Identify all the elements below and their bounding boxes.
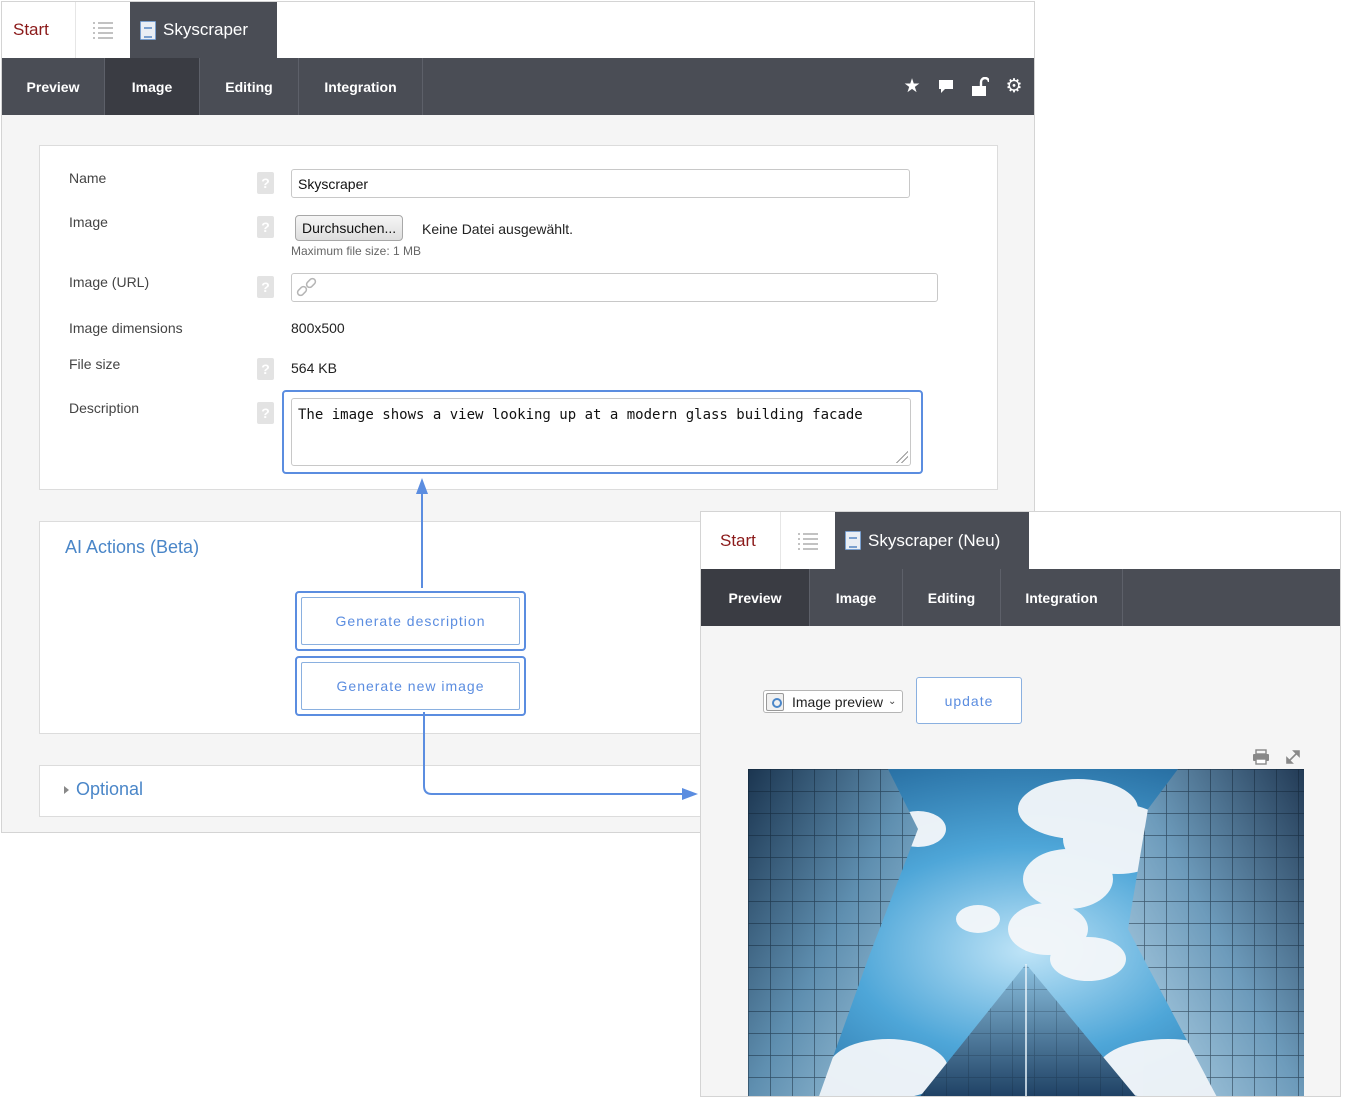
name-input-value: Skyscraper — [298, 175, 369, 192]
gear-icon[interactable]: ⚙ — [1004, 76, 1024, 97]
name-label: Name — [69, 170, 107, 186]
caret-right-icon — [64, 786, 69, 794]
generate-description-button[interactable]: Generate description — [301, 597, 520, 645]
skyscraper-image — [748, 769, 1304, 1096]
max-size-hint: Maximum file size: 1 MB — [291, 244, 422, 258]
tab-start-label: Start — [13, 20, 49, 39]
description-value: The image shows a view looking up at a m… — [298, 407, 863, 423]
unlock-icon[interactable] — [970, 76, 990, 97]
tab-bar: Start Skyscraper — [2, 2, 1034, 58]
tab-skyscraper[interactable]: Skyscraper — [130, 2, 277, 58]
description-label: Description — [69, 400, 140, 416]
help-icon[interactable]: ? — [257, 172, 274, 194]
tab-start[interactable]: Start — [2, 2, 75, 58]
nav-image-label: Image — [131, 78, 173, 95]
description-textarea[interactable]: The image shows a view looking up at a m… — [291, 398, 911, 466]
print-icon[interactable] — [1252, 748, 1270, 766]
image-label: Image — [69, 214, 108, 230]
generate-image-button[interactable]: Generate new image — [301, 662, 520, 710]
document-icon — [140, 20, 156, 40]
file-size-label: File size — [69, 356, 121, 372]
nav-integration-label: Integration — [324, 78, 397, 95]
ai-actions-title: AI Actions (Beta) — [65, 537, 200, 557]
nav-integration-label: Integration — [1025, 589, 1098, 606]
tab-start-label: Start — [720, 530, 756, 550]
nav-image-label: Image — [835, 589, 877, 606]
image-preview-icon — [766, 692, 784, 711]
list-icon — [797, 532, 818, 550]
preview-tab-bar: Start Skyscraper (Neu) — [701, 512, 1340, 569]
nav-actions: ★ ⚙ — [902, 58, 1024, 115]
nav-integration[interactable]: Integration — [1001, 569, 1123, 626]
nav-preview-label: Preview — [728, 589, 782, 606]
star-icon[interactable]: ★ — [902, 76, 922, 97]
nav-image[interactable]: Image — [810, 569, 903, 626]
tab-skyscraper-new-label: Skyscraper (Neu) — [868, 530, 1001, 550]
document-icon — [845, 531, 861, 550]
tab-skyscraper-new[interactable]: Skyscraper (Neu) — [835, 512, 1029, 569]
help-icon[interactable]: ? — [257, 276, 274, 298]
preview-window: Start Skyscraper (Neu) Preview Image Edi… — [700, 511, 1341, 1097]
optional-label: Optional — [76, 779, 144, 799]
nav-preview[interactable]: Preview — [701, 569, 810, 626]
file-size-value: 564 KB — [291, 360, 337, 376]
nav-preview[interactable]: Preview — [2, 58, 105, 115]
tab-skyscraper-label: Skyscraper — [163, 20, 249, 39]
nav-editing-label: Editing — [927, 589, 976, 606]
update-button[interactable]: update — [916, 677, 1022, 724]
preview-nav: Preview Image Editing Integration — [701, 569, 1340, 626]
dimensions-value: 800x500 — [291, 320, 345, 336]
image-url-label: Image (URL) — [69, 274, 150, 290]
expand-icon[interactable] — [1284, 748, 1302, 766]
tab-list-view[interactable] — [780, 512, 834, 569]
nav-integration[interactable]: Integration — [299, 58, 423, 115]
nav-preview-label: Preview — [26, 78, 80, 95]
preview-mode-select[interactable]: Image preview ⌄ — [763, 690, 903, 713]
editor-nav: Preview Image Editing Integration ★ ⚙ — [2, 58, 1034, 115]
nav-image[interactable]: Image — [105, 58, 200, 115]
help-icon[interactable]: ? — [257, 402, 274, 424]
nav-editing[interactable]: Editing — [200, 58, 299, 115]
preview-mode-value: Image preview — [792, 693, 884, 710]
list-icon — [92, 22, 113, 39]
name-input[interactable]: Skyscraper — [291, 169, 910, 198]
tab-start[interactable]: Start — [701, 512, 781, 569]
resize-handle[interactable] — [896, 451, 908, 463]
link-icon — [296, 277, 317, 296]
nav-editing[interactable]: Editing — [903, 569, 1001, 626]
tab-list-view[interactable] — [75, 2, 129, 58]
help-icon[interactable]: ? — [257, 216, 274, 238]
image-form: Name ? Skyscraper Image ? Durchsuchen...… — [39, 145, 998, 490]
help-icon[interactable]: ? — [257, 358, 274, 380]
nav-editing-label: Editing — [225, 78, 273, 95]
browse-button[interactable]: Durchsuchen... — [295, 215, 404, 241]
chevron-down-icon: ⌄ — [888, 696, 897, 707]
comment-icon[interactable] — [936, 77, 956, 97]
dimensions-label: Image dimensions — [69, 320, 183, 336]
image-url-input[interactable] — [291, 273, 938, 302]
no-file-text: Keine Datei ausgewählt. — [422, 221, 573, 237]
